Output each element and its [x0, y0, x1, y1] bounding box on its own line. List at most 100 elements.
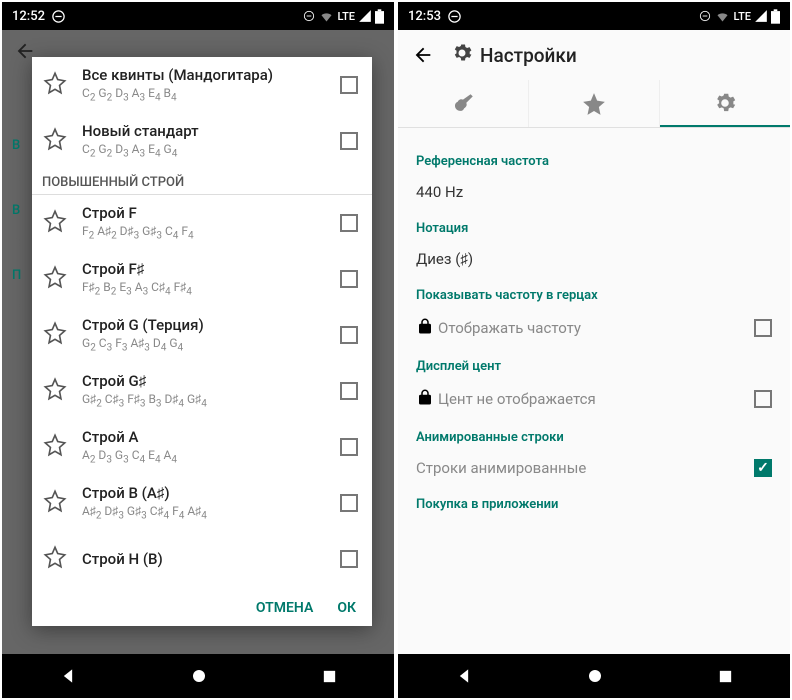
nav-home-icon[interactable] — [190, 667, 208, 685]
ok-button[interactable]: ОК — [337, 600, 356, 616]
backdrop-sidebar: В С В С П Р — [12, 130, 21, 325]
display-cent-row[interactable]: Цент не отображается — [416, 388, 772, 410]
tab-favorites[interactable] — [529, 80, 660, 127]
settings-body[interactable]: Референсная частота 440 Hz Нотация Диез … — [398, 128, 790, 518]
network-label: LTE — [733, 10, 751, 23]
tuning-checkbox[interactable] — [340, 438, 358, 456]
tuning-checkbox[interactable] — [340, 382, 358, 400]
tuning-name: Все квинты (Мандогитара) — [82, 66, 340, 84]
tuning-name: Строй G (Терция) — [82, 316, 340, 334]
cancel-button[interactable]: ОТМЕНА — [256, 600, 313, 616]
wifi-icon — [319, 9, 334, 24]
status-bar: 12:53 LTE — [398, 2, 790, 30]
star-outline-icon[interactable] — [42, 126, 68, 156]
star-outline-icon[interactable] — [42, 432, 68, 462]
tuning-notes: A2 D3 G3 C4 E4 A4 — [82, 448, 340, 465]
show-hz-value: Отображать частоту — [438, 319, 754, 337]
gear-icon — [712, 90, 738, 116]
animated-checkbox[interactable]: ✓ — [754, 459, 772, 477]
animated-row[interactable]: Строки анимированные ✓ — [416, 459, 772, 477]
star-outline-icon[interactable] — [42, 376, 68, 406]
display-cent-label: Дисплей цент — [416, 359, 772, 374]
display-cent-checkbox[interactable] — [754, 390, 772, 408]
tuning-notes: G♯2 C♯3 F♯3 B3 D♯4 G♯4 — [82, 392, 340, 409]
dialog-actions: ОТМЕНА ОК — [32, 590, 372, 626]
back-icon[interactable] — [412, 44, 434, 66]
tuning-list[interactable]: Все квинты (Мандогитара) C2 G2 D3 A3 E4 B… — [32, 57, 372, 590]
tuning-item[interactable]: Строй B (A♯) A♯2 D♯3 G♯3 C♯4 F4 A♯4 — [32, 475, 372, 531]
tuning-name: Строй G♯ — [82, 372, 340, 390]
tuning-item[interactable]: Строй F F2 A♯2 D♯3 G♯3 C4 F4 — [32, 195, 372, 251]
notation-value[interactable]: Диез (♯) — [416, 250, 772, 268]
nav-home-icon[interactable] — [586, 667, 604, 685]
nav-recent-icon[interactable] — [321, 668, 338, 685]
tuning-notes: F2 A♯2 D♯3 G♯3 C4 F4 — [82, 224, 340, 241]
star-outline-icon[interactable] — [42, 208, 68, 238]
tuning-notes: A♯2 D♯3 G♯3 C♯4 F4 A♯4 — [82, 504, 340, 521]
tuning-checkbox[interactable] — [340, 494, 358, 512]
show-hz-row[interactable]: Отображать частоту — [416, 317, 772, 339]
animated-label: Анимированные строки — [416, 430, 772, 445]
nav-back-icon[interactable] — [58, 666, 78, 686]
star-outline-icon[interactable] — [42, 320, 68, 350]
notation-label: Нотация — [416, 221, 772, 236]
tuning-name: Строй H (B) — [82, 550, 340, 568]
guitar-icon — [450, 91, 476, 117]
ref-freq-label: Референсная частота — [416, 154, 772, 169]
show-hz-checkbox[interactable] — [754, 319, 772, 337]
status-time: 12:52 — [12, 9, 45, 24]
tuning-item[interactable]: Строй G (Терция) G2 C3 F3 A♯3 D4 G4 — [32, 307, 372, 363]
tuning-name: Строй B (A♯) — [82, 484, 340, 502]
tuning-checkbox[interactable] — [340, 270, 358, 288]
tuning-checkbox[interactable] — [340, 76, 358, 94]
star-icon — [581, 91, 607, 117]
tabs — [398, 80, 790, 128]
android-nav-bar — [2, 654, 394, 698]
signal-icon — [754, 9, 768, 23]
lock-icon — [416, 388, 434, 406]
tuning-name: Строй F♯ — [82, 260, 340, 278]
tab-settings[interactable] — [660, 80, 790, 127]
tuning-checkbox[interactable] — [340, 132, 358, 150]
status-time: 12:53 — [408, 9, 441, 24]
display-cent-value: Цент не отображается — [438, 390, 754, 408]
star-outline-icon[interactable] — [42, 544, 68, 574]
phone-right: 12:53 LTE Настройки — [398, 2, 790, 698]
show-hz-label: Показывать частоту в герцах — [416, 288, 772, 303]
tuning-item[interactable]: Новый стандартC2 G2 D3 A3 E4 G4 — [32, 113, 372, 169]
tuning-item[interactable]: Строй F♯ F♯2 B2 E3 A3 C♯4 F♯4 — [32, 251, 372, 307]
tuning-checkbox[interactable] — [340, 214, 358, 232]
battery-icon — [375, 9, 384, 24]
status-bar: 12:52 LTE — [2, 2, 394, 30]
tuning-checkbox[interactable] — [340, 550, 358, 568]
tuning-name: Строй A — [82, 428, 340, 446]
star-outline-icon[interactable] — [42, 70, 68, 100]
ref-freq-value[interactable]: 440 Hz — [416, 183, 772, 201]
tuning-checkbox[interactable] — [340, 326, 358, 344]
app-bar: Настройки — [398, 30, 790, 80]
android-nav-bar — [398, 654, 790, 698]
tuning-item[interactable]: Строй H (B) — [32, 531, 372, 587]
star-outline-icon[interactable] — [42, 488, 68, 518]
lock-icon — [416, 317, 434, 335]
tuning-notes: G2 C3 F3 A♯3 D4 G4 — [82, 336, 340, 353]
settings-screen: Настройки Референсная частота 440 Hz Нот… — [398, 30, 790, 654]
star-outline-icon[interactable] — [42, 264, 68, 294]
nav-recent-icon[interactable] — [717, 668, 734, 685]
tuning-notes: F♯2 B2 E3 A3 C♯4 F♯4 — [82, 280, 340, 297]
minus-icon — [698, 9, 712, 23]
tuning-item[interactable]: Строй G♯ G♯2 C♯3 F♯3 B3 D♯4 G♯4 — [32, 363, 372, 419]
tuning-notes: C2 G2 D3 A3 E4 B4 — [82, 86, 340, 103]
tuning-name: Строй F — [82, 204, 340, 222]
tuning-name: Новый стандарт — [82, 122, 340, 140]
tuning-dialog: Все квинты (Мандогитара) C2 G2 D3 A3 E4 B… — [32, 57, 372, 626]
purchase-label[interactable]: Покупка в приложении — [416, 497, 772, 512]
tab-guitar[interactable] — [398, 80, 529, 127]
tuning-item[interactable]: Все квинты (Мандогитара) C2 G2 D3 A3 E4 B… — [32, 57, 372, 113]
nav-back-icon[interactable] — [454, 666, 474, 686]
gear-icon — [450, 41, 474, 65]
battery-icon — [771, 9, 780, 24]
dnd-icon — [447, 9, 462, 24]
section-header: ПОВЫШЕННЫЙ СТРОЙ — [32, 169, 372, 195]
tuning-item[interactable]: Строй A A2 D3 G3 C4 E4 A4 — [32, 419, 372, 475]
